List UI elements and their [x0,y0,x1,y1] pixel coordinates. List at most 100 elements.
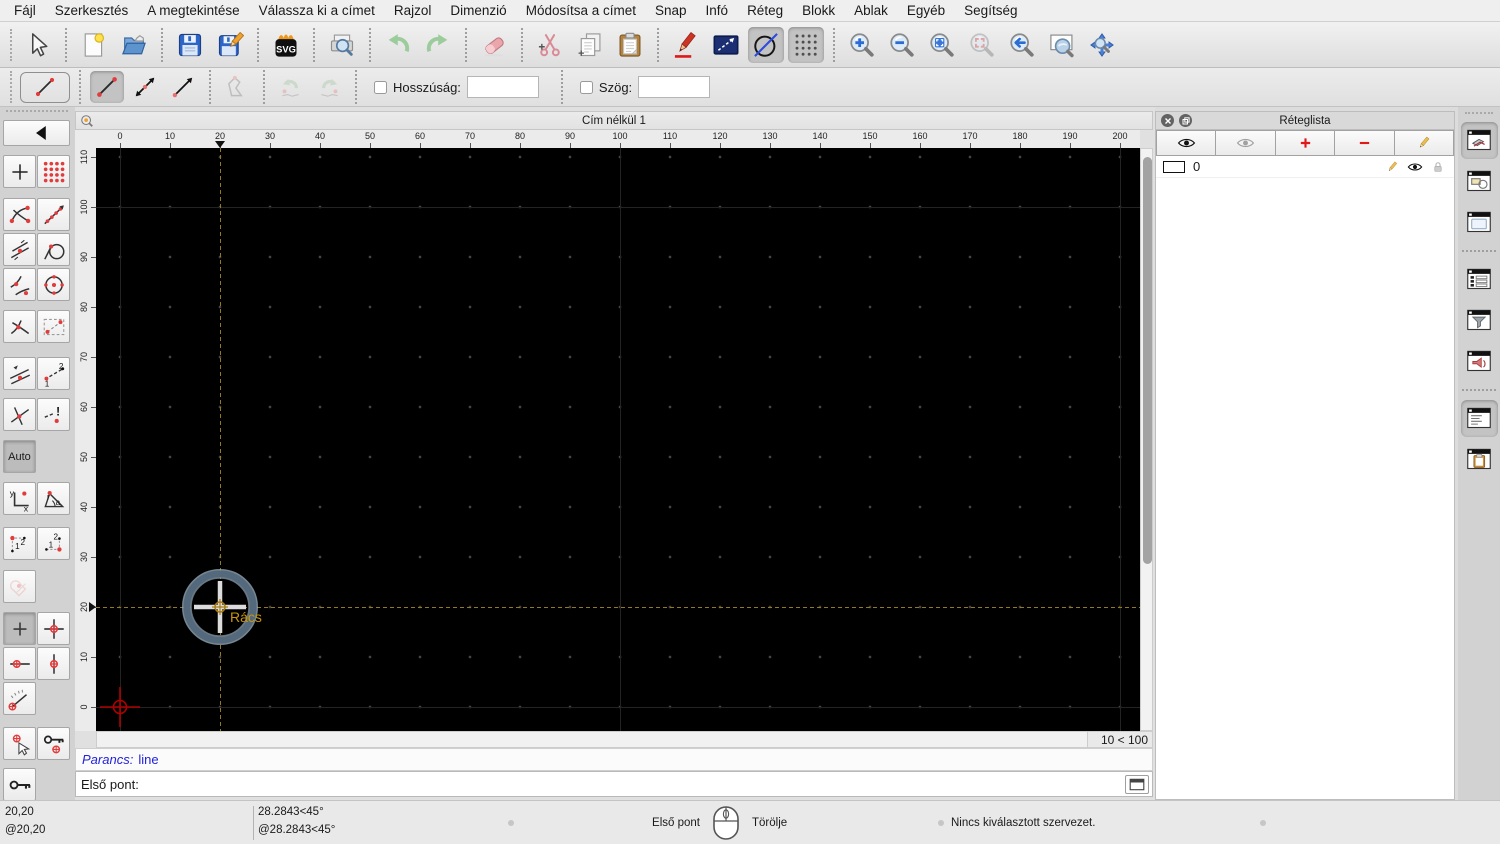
line-two-points-button[interactable] [90,71,124,103]
length-checkbox[interactable] [374,80,387,94]
toolbar-drag-handle[interactable] [6,110,68,112]
show-all-layers-button[interactable] [1156,130,1217,156]
layer-visibility-icon[interactable] [1407,160,1423,174]
add-layer-button[interactable] [1275,130,1336,156]
snap-entity-button[interactable] [37,310,70,343]
redo-button[interactable] [420,27,456,63]
menu-view[interactable]: A megtekintése [147,3,239,18]
draw-entity-button[interactable] [748,26,784,63]
ordinate-second-button[interactable]: 12 [37,527,70,560]
snap-intersection-manual-button[interactable]: ! [37,398,70,431]
menu-file[interactable]: Fájl [14,3,36,18]
remove-layer-button[interactable] [1335,130,1395,156]
float-panel-button[interactable] [1179,114,1192,127]
menu-info[interactable]: Infó [706,3,729,18]
command-line-dock-button[interactable] [1460,400,1498,437]
snap-free-button[interactable] [3,155,36,188]
save-as-button[interactable] [212,27,248,63]
length-input[interactable] [466,76,539,98]
open-drawing-button[interactable] [116,27,152,63]
close-panel-button[interactable] [1161,114,1174,127]
snap-center-button[interactable] [37,268,70,301]
restrict-vertical-button[interactable] [37,647,70,680]
snap-selected-button[interactable] [3,570,36,603]
angle-snap-button[interactable] [3,682,36,715]
horizontal-scrollbar[interactable] [96,731,1088,748]
snap-middle-button[interactable] [3,233,36,266]
export-svg-button[interactable]: SVG [268,27,304,63]
snap-distance-button[interactable]: 12 [37,357,70,390]
undo-button[interactable] [380,27,416,63]
cut-button[interactable] [532,27,568,63]
menu-block[interactable]: Blokk [802,3,835,18]
restrict-nothing-button[interactable] [3,612,36,645]
snap-on-entity-button[interactable] [37,198,70,231]
restrict-orthogonal-button[interactable] [37,612,70,645]
zoom-window-button[interactable] [1044,27,1080,63]
copy-button[interactable] [572,27,608,63]
attributes-pen-button[interactable] [668,27,704,63]
entity-tree-dock-button[interactable] [1461,261,1498,298]
menu-edit[interactable]: Szerkesztés [55,3,129,18]
snap-endpoint-button[interactable] [3,198,36,231]
snap-nearest-button[interactable] [3,268,36,301]
collapse-toolbar-button[interactable] [3,120,70,146]
clipboard-dock-button[interactable] [1461,441,1498,478]
menu-help[interactable]: Segítség [964,3,1017,18]
snap-intersection-button[interactable] [3,398,36,431]
ordinate-first-button[interactable]: 12 [3,527,36,560]
save-button[interactable] [172,27,208,63]
zoom-redraw-button[interactable] [964,27,1000,63]
layer-lock-icon[interactable] [1430,160,1446,174]
new-drawing-button[interactable] [76,27,112,63]
command-input[interactable] [142,774,1125,794]
dock-drag-handle[interactable] [1465,112,1493,114]
menu-select[interactable]: Válassza ki a címet [259,3,375,18]
zoom-pan-button[interactable] [1084,27,1120,63]
command-widget-dock-button[interactable] [1461,343,1498,380]
zoom-previous-button[interactable] [1004,27,1040,63]
selection-window-button[interactable] [708,27,744,63]
snap-tangent-button[interactable] [37,233,70,266]
coordinate-cartesian-button[interactable]: yx [3,482,36,515]
menu-dimension[interactable]: Dimenzió [450,3,506,18]
undo-segment-button[interactable] [274,71,308,103]
menu-draw[interactable]: Rajzol [394,3,432,18]
library-browser-dock-button[interactable] [1461,204,1498,241]
paste-button[interactable] [612,27,648,63]
snap-parallel-button[interactable] [3,357,36,390]
menu-window[interactable]: Ablak [854,3,888,18]
line-horizontal-button[interactable] [166,71,200,103]
grid-toggle-button[interactable] [788,26,824,63]
zoom-out-button[interactable] [884,27,920,63]
snap-grid-button[interactable] [37,155,70,188]
drawing-canvas[interactable]: Rács [96,148,1140,731]
layer-list-dock-button[interactable] [1460,122,1498,159]
line-angle-button[interactable] [128,71,162,103]
snap-intersection-auto-button[interactable] [3,310,36,343]
filter-dock-button[interactable] [1461,302,1498,339]
block-list-dock-button[interactable] [1461,163,1498,200]
select-pointer-button[interactable] [20,27,56,63]
layer-color-swatch[interactable] [1163,160,1185,173]
angle-checkbox[interactable] [579,80,593,94]
lock-relative-zero-button[interactable] [37,727,70,760]
angle-input[interactable] [638,76,711,98]
vertical-scrollbar[interactable] [1140,148,1153,731]
set-relative-zero-button[interactable] [3,727,36,760]
delete-selected-button[interactable] [476,27,512,63]
polyline-button[interactable] [220,71,254,103]
command-focus-button[interactable] [1125,774,1149,794]
menu-modify[interactable]: Módosítsa a címet [526,3,636,18]
menu-layer[interactable]: Réteg [747,3,783,18]
menu-misc[interactable]: Egyéb [907,3,945,18]
zoom-auto-button[interactable] [924,27,960,63]
layer-row[interactable]: 0 [1156,156,1454,178]
coordinate-polar-button[interactable]: ra [37,482,70,515]
vertical-scrollbar-thumb[interactable] [1142,157,1152,564]
hide-all-layers-button[interactable] [1216,130,1276,156]
edit-layer-icon[interactable] [1384,160,1400,174]
redo-segment-button[interactable] [312,71,346,103]
relative-zero-key-button[interactable] [3,768,36,801]
menu-snap[interactable]: Snap [655,3,687,18]
